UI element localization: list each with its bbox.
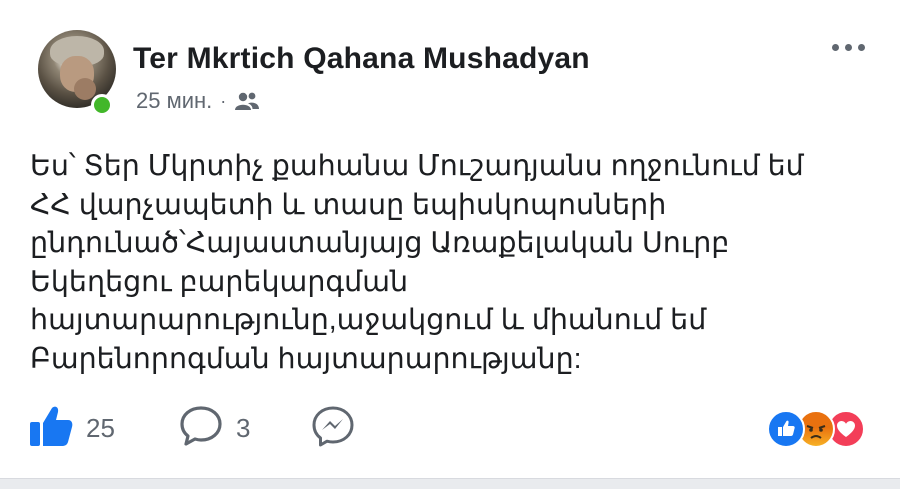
post-text-line: ՀՀ վարչապետի և տասը եպիսկոպոսների [30,188,667,221]
friends-icon [234,91,260,111]
messenger-icon [310,404,356,453]
comment-icon [178,404,224,453]
feed-divider [0,478,900,489]
post-text-line: Ես՝ Տեր Մկրտիչ քահանա Մուշադյանս ողջունո… [30,150,804,182]
post-text: Ես՝ Տեր Մկրտիչ քահանա Մուշադյանս ողջունո… [30,147,890,378]
more-options-icon[interactable] [832,44,865,51]
post-text-line: Եկեղեցու բարեկարգման [30,265,409,298]
avatar-hand [74,78,96,100]
dot [858,44,865,51]
comment-button[interactable]: 3 [178,404,250,453]
messenger-share-button[interactable] [310,404,356,453]
post-card: Ter Mkrtich Qahana Mushadyan 25 мин. · Ե… [0,0,900,478]
action-bar: 25 3 [24,400,884,456]
online-status-dot [91,94,113,116]
like-reaction-icon [767,410,805,448]
meta-separator: · [220,90,227,111]
post-text-line: ընդունած՝Հայաստանյայց Առաքելական Սուրբ [30,227,730,259]
reaction-summary[interactable] [767,410,877,448]
post-time[interactable]: 25 мин. [136,88,212,114]
thumbs-up-icon [28,404,74,453]
comment-count: 3 [236,413,251,443]
post-text-line: Բարենորոգման հայտարարությանը: [30,342,582,375]
dot [832,44,839,51]
like-button[interactable]: 25 [28,404,115,453]
dot [845,44,852,51]
like-count: 25 [86,413,115,443]
post-meta: 25 мин. · [136,88,260,114]
author-name[interactable]: Ter Mkrtich Qahana Mushadyan [133,42,590,76]
post-text-line: հայտարարությունը,աջակցում և միանում եմ [30,304,707,336]
